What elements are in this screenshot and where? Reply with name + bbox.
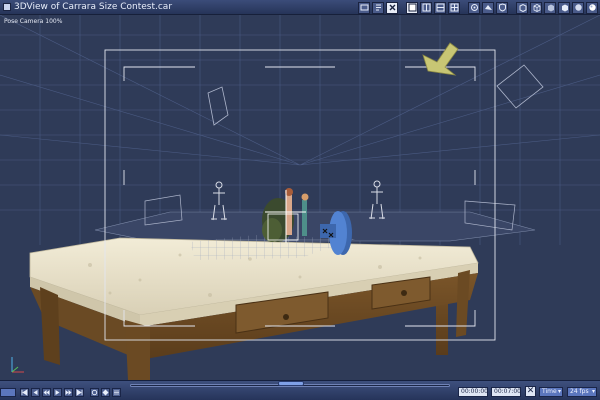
- layout-single-icon[interactable]: [406, 1, 418, 14]
- go-to-start-icon[interactable]: [20, 388, 29, 397]
- light-gizmo-left[interactable]: [207, 86, 229, 126]
- key-icon[interactable]: [101, 388, 110, 397]
- shield-icon[interactable]: [496, 1, 508, 14]
- title-bar[interactable]: 3DView of Carrara Size Contest.car: [0, 0, 600, 15]
- go-to-end-icon[interactable]: [75, 388, 84, 397]
- background-grid: [0, 15, 600, 245]
- current-time-field[interactable]: 00:00:00: [458, 387, 488, 397]
- layout-two-icon[interactable]: [420, 1, 432, 14]
- timeline-scrubber[interactable]: [278, 381, 304, 386]
- previous-frame-icon[interactable]: [31, 388, 40, 397]
- window-title: 3DView of Carrara Size Contest.car: [14, 2, 173, 12]
- timeline-mode-field[interactable]: [0, 388, 16, 397]
- fast-forward-icon[interactable]: [64, 388, 73, 397]
- script-icon[interactable]: [372, 1, 384, 14]
- shaded-icon[interactable]: [544, 1, 556, 14]
- 3d-viewport[interactable]: Pose Camera 100%: [0, 15, 600, 380]
- window-menu-icon[interactable]: [3, 3, 11, 11]
- view-toolbar: [358, 1, 598, 14]
- layout-split-icon[interactable]: [434, 1, 446, 14]
- smooth-shaded-icon[interactable]: [572, 1, 584, 14]
- bounding-box-icon[interactable]: [516, 1, 528, 14]
- play-icon[interactable]: [53, 388, 62, 397]
- camera-view-icon[interactable]: [468, 1, 480, 14]
- preview-sphere-icon[interactable]: [586, 1, 598, 14]
- options-icon[interactable]: [112, 388, 121, 397]
- wireframe-icon[interactable]: [530, 1, 542, 14]
- light-direction-arrow-icon[interactable]: [422, 42, 459, 76]
- time-mode-select[interactable]: Time ▾: [539, 387, 563, 397]
- fps-select[interactable]: 24 fps ▾: [567, 387, 597, 397]
- render-area-icon[interactable]: [482, 1, 494, 14]
- fps-label: 24 fps: [570, 388, 589, 395]
- delete-icon[interactable]: [386, 1, 398, 14]
- textured-icon[interactable]: [558, 1, 570, 14]
- camera-label: Pose Camera 100%: [4, 18, 63, 25]
- axis-gizmo-icon: [11, 357, 24, 373]
- chevron-down-icon: ▾: [557, 388, 561, 395]
- loop-icon[interactable]: [90, 388, 99, 397]
- timeline-bar: 00:00:00 00:07:00 ✕ Time ▾ 24 fps ▾: [0, 380, 600, 400]
- time-mode-label: Time: [542, 388, 557, 395]
- carrara-3d-view-window: 3DView of Carrara Size Contest.car Pose …: [0, 0, 600, 400]
- view-window-icon[interactable]: [358, 1, 370, 14]
- layout-quad-icon[interactable]: [448, 1, 460, 14]
- scene-canvas[interactable]: [0, 15, 600, 380]
- table[interactable]: [29, 237, 479, 380]
- floor-plane: [94, 211, 536, 242]
- close-icon[interactable]: ✕: [525, 386, 536, 397]
- end-time-field[interactable]: 00:07:00: [491, 387, 521, 397]
- chevron-down-icon: ▾: [591, 388, 595, 395]
- rewind-icon[interactable]: [42, 388, 51, 397]
